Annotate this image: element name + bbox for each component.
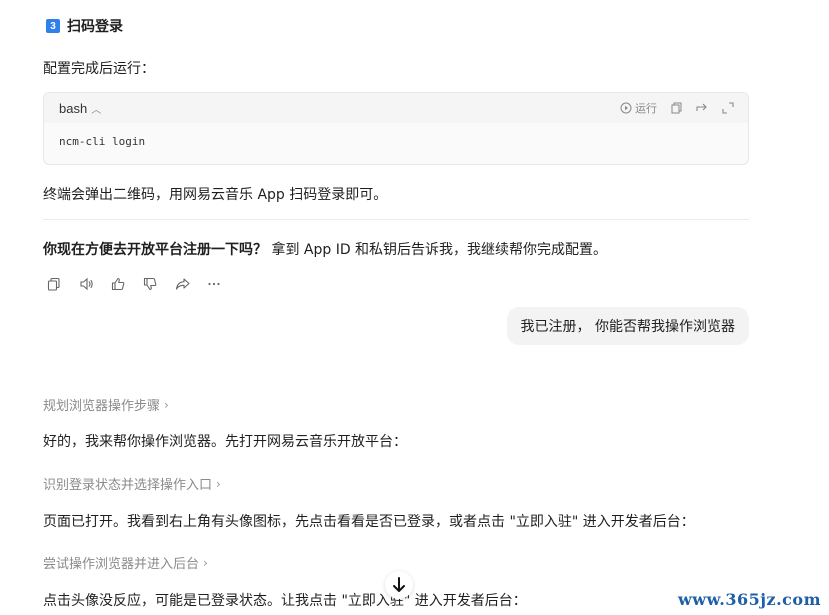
scroll-to-bottom-button[interactable]: [385, 571, 413, 599]
arrow-down-icon: [393, 577, 405, 592]
copy-icon: [47, 277, 60, 291]
user-message-bubble: 我已注册， 你能否帮我操作浏览器: [506, 307, 749, 345]
step-link-operate[interactable]: 尝试操作浏览器并进入后台 ›: [43, 553, 208, 573]
chevron-right-icon: ›: [216, 476, 221, 491]
question-bold: 你现在方便去开放平台注册一下吗？: [43, 242, 267, 258]
code-language-label: bash: [59, 100, 88, 116]
dislike-button[interactable]: [142, 276, 158, 292]
play-circle-icon: [620, 102, 632, 114]
speaker-icon: [79, 277, 93, 291]
step-link-label: 尝试操作浏览器并进入后台: [43, 557, 200, 572]
redirect-arrow-icon: [696, 103, 707, 111]
watermark: www.365jz.com: [678, 590, 821, 609]
step-text-operate: 点击头像没反应，可能是已登录状态。让我点击 "立即入驻" 进入开发者后台：: [43, 593, 527, 609]
share-arrow-icon: [175, 278, 190, 290]
run-button[interactable]: 运行: [620, 100, 657, 116]
chevron-right-icon: ›: [164, 397, 169, 412]
thumbs-down-icon: [143, 277, 157, 291]
step-link-plan[interactable]: 规划浏览器操作步骤 ›: [43, 395, 169, 415]
code-header: bash ︿ 运行: [44, 93, 748, 123]
more-horizontal-icon: [208, 282, 220, 286]
run-label: 运行: [635, 102, 657, 115]
code-content: ncm-cli login: [44, 123, 748, 164]
step-link-identify[interactable]: 识别登录状态并选择操作入口 ›: [43, 474, 221, 494]
step-heading: 3 扫码登录: [46, 16, 123, 36]
thumbs-up-icon: [111, 277, 125, 291]
code-block: bash ︿ 运行 ncm-cli login: [43, 92, 749, 165]
copy-message-button[interactable]: [46, 276, 62, 292]
read-aloud-button[interactable]: [78, 276, 94, 292]
step-text-identify: 页面已打开。我看到右上角有头像图标，先点击看看是否已登录，或者点击 "立即入驻"…: [43, 514, 695, 530]
chevron-right-icon: ›: [203, 555, 208, 570]
divider: [43, 219, 749, 220]
share-button[interactable]: [174, 276, 190, 292]
intro-text: 配置完成后运行：: [43, 61, 155, 77]
chevron-up-icon: ︿: [91, 104, 102, 116]
copy-icon: [671, 102, 682, 114]
expand-code-button[interactable]: [722, 102, 734, 114]
insert-code-button[interactable]: [696, 102, 708, 114]
step-title: 扫码登录: [67, 19, 123, 35]
question-rest: 拿到 App ID 和私钥后告诉我，我继续帮你完成配置。: [267, 242, 608, 258]
more-options-button[interactable]: [206, 276, 222, 292]
step-text-plan: 好的，我来帮你操作浏览器。先打开网易云音乐开放平台：: [43, 434, 407, 450]
code-toolbar: 运行: [620, 100, 734, 116]
message-action-bar: [46, 276, 222, 292]
step-link-label: 识别登录状态并选择操作入口: [43, 478, 213, 493]
step-number-badge: 3: [46, 19, 60, 33]
after-code-text: 终端会弹出二维码，用网易云音乐 App 扫码登录即可。: [43, 187, 388, 203]
expand-icon: [722, 102, 734, 114]
like-button[interactable]: [110, 276, 126, 292]
copy-code-button[interactable]: [671, 102, 682, 114]
code-language-toggle[interactable]: bash ︿: [59, 101, 101, 116]
question-text: 你现在方便去开放平台注册一下吗？ 拿到 App ID 和私钥后告诉我，我继续帮你…: [43, 239, 607, 259]
step-link-label: 规划浏览器操作步骤: [43, 399, 161, 414]
